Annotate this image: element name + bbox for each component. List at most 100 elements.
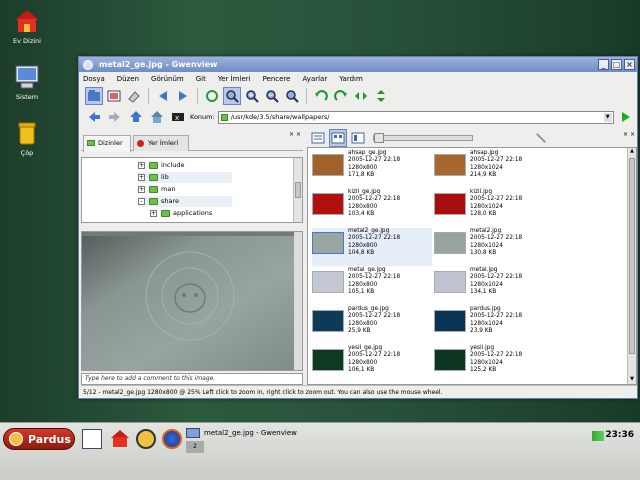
firefox-icon[interactable] — [162, 429, 182, 449]
desktop-icon-trash[interactable]: Çöp — [2, 120, 52, 157]
menu-bookmarks[interactable]: Yer İmleri — [218, 75, 251, 83]
computer-icon — [14, 64, 40, 90]
thumbnail-item[interactable]: kizil_ge.jpg 2005-12-27 22:18 1280x800 103,… — [312, 189, 432, 227]
tree-item[interactable]: + applications — [150, 208, 212, 219]
file-name: pardus_ge.jpg — [348, 306, 389, 312]
title-bar[interactable]: metal2_ge.jpg - Gwenview _ □ × — [79, 57, 637, 72]
thumbnail-item[interactable]: pardus_ge.jpg 2005-12-27 22:18 1280x800 25,… — [312, 306, 432, 344]
close-button[interactable]: × — [624, 59, 635, 70]
pane-close-icon[interactable]: × × — [289, 131, 301, 138]
tab-bookmarks[interactable]: Yer İmleri — [133, 135, 189, 151]
thumbnail-image — [434, 232, 466, 254]
metal-wallpaper-image — [82, 232, 302, 370]
file-name: metal2_ge.jpg — [348, 228, 390, 234]
thumbnail-scrollbar[interactable]: ▲ ▼ — [627, 148, 636, 384]
zoom-in-icon[interactable] — [243, 87, 261, 105]
help-launcher-icon[interactable] — [136, 429, 156, 449]
desktop-pager[interactable]: 2 — [186, 441, 204, 453]
text-editor-icon[interactable] — [82, 429, 102, 449]
gwenview-task-icon — [186, 428, 200, 438]
thumbnail-item[interactable]: metal_ge.jpg 2005-12-27 22:18 1280x800 105,… — [312, 267, 432, 305]
thumbnail-view-icon[interactable] — [329, 129, 347, 147]
scroll-up-icon[interactable]: ▲ — [628, 148, 636, 156]
home-launcher-icon[interactable] — [110, 429, 130, 449]
tree-scrollbar[interactable] — [293, 158, 302, 222]
menu-edit[interactable]: Düzen — [117, 75, 139, 83]
back-icon[interactable] — [85, 108, 103, 126]
minimize-button[interactable]: _ — [598, 59, 609, 70]
forward-icon[interactable] — [106, 108, 124, 126]
thumbnail-image — [434, 154, 466, 176]
thumbnail-item[interactable]: ahsap_ge.jpg 2005-12-27 22:18 1280x800 171,… — [312, 150, 432, 188]
comment-field[interactable]: Type here to add a comment to this image… — [81, 373, 303, 385]
zoom-out-icon[interactable] — [263, 87, 281, 105]
network-tray-icon[interactable] — [592, 431, 604, 441]
next-icon[interactable] — [174, 87, 192, 105]
task-gwenview[interactable]: metal2_ge.jpg - Gwenview — [186, 426, 386, 440]
fullscreen-icon[interactable] — [105, 87, 123, 105]
reload-icon[interactable] — [203, 87, 221, 105]
desktop-icon-system[interactable]: Sistem — [2, 64, 52, 101]
clear-location-icon[interactable]: x — [169, 108, 187, 126]
window-menu-icon[interactable] — [83, 59, 93, 70]
image-preview[interactable] — [81, 231, 303, 371]
thumbnail-item[interactable]: metal2_ge.jpg 2005-12-27 22:18 1280x800 104… — [312, 228, 432, 266]
dropdown-arrow-icon[interactable]: ▼ — [603, 112, 612, 122]
file-dims: 1280x800 — [348, 242, 378, 249]
file-date: 2005-12-27 22:18 — [348, 235, 401, 242]
tree-item[interactable]: + man — [138, 184, 175, 195]
thumbnail-item[interactable]: metal2.jpg 2005-12-27 22:18 1280x1024 130,8… — [434, 228, 554, 266]
scroll-down-icon[interactable]: ▼ — [628, 376, 636, 384]
tree-item[interactable]: - share — [138, 196, 232, 207]
menu-file[interactable]: Dosya — [83, 75, 105, 83]
file-name: metal2.jpg — [470, 228, 502, 234]
desktop-icon-home[interactable]: Ev Dizini — [2, 8, 52, 45]
home-folder-icon[interactable] — [148, 108, 166, 126]
window-title: metal2_ge.jpg - Gwenview — [99, 60, 218, 69]
flip-horizontal-icon[interactable] — [352, 87, 370, 105]
tree-item[interactable]: + include — [138, 160, 185, 171]
preview-scrollbar[interactable] — [294, 232, 302, 370]
menu-view[interactable]: Görünüm — [151, 75, 184, 83]
thumbnail-item[interactable]: kizil.jpg 2005-12-27 22:18 1280x1024 128,0 … — [434, 189, 554, 227]
file-size: 104,8 KB — [348, 249, 375, 256]
thumbnail-meta: metal.jpg 2005-12-27 22:18 1280x1024 134,1 … — [470, 267, 522, 305]
thumbnail-item[interactable]: metal.jpg 2005-12-27 22:18 1280x1024 134,1 … — [434, 267, 554, 305]
menu-window[interactable]: Pencere — [263, 75, 291, 83]
maximize-button[interactable]: □ — [611, 59, 622, 70]
browse-mode-icon[interactable] — [85, 87, 103, 105]
file-dims: 1280x800 — [348, 203, 378, 210]
start-button[interactable]: Pardus — [3, 428, 75, 450]
thumbnail-image — [434, 310, 466, 332]
tab-folders[interactable]: Dizinler — [83, 135, 131, 152]
thumbnail-item[interactable]: pardus.jpg 2005-12-27 22:18 1280x1024 23,9 … — [434, 306, 554, 344]
file-dims: 1280x800 — [348, 359, 378, 366]
pane-close-icon[interactable]: × × — [623, 131, 635, 138]
rotate-right-icon[interactable] — [332, 87, 350, 105]
menu-settings[interactable]: Ayarlar — [302, 75, 327, 83]
flip-vertical-icon[interactable] — [372, 87, 390, 105]
sidebar-tabs: Dizinler Yer İmleri × × — [81, 129, 303, 152]
file-size: 23,9 KB — [470, 327, 493, 334]
up-icon[interactable] — [127, 108, 145, 126]
menu-go[interactable]: Git — [196, 75, 206, 83]
go-icon[interactable] — [617, 108, 635, 126]
zoom-to-fit-icon[interactable] — [223, 87, 241, 105]
menu-help[interactable]: Yardım — [339, 75, 363, 83]
previous-icon[interactable] — [154, 87, 172, 105]
location-input[interactable]: /usr/kde/3.5/share/wallpapers/ ▼ — [217, 110, 614, 124]
thumbnail-item[interactable]: yesil.jpg 2005-12-27 22:18 1280x1024 125,2 … — [434, 345, 554, 383]
thumbnail-meta: yesil_ge.jpg 2005-12-27 22:18 1280x800 106,… — [348, 345, 400, 383]
details-view-icon[interactable] — [349, 129, 367, 147]
list-view-icon[interactable] — [309, 129, 327, 147]
clock[interactable]: 23:36 — [605, 430, 634, 440]
view-toolbar: × × — [307, 129, 637, 147]
eraser-icon[interactable] — [125, 87, 143, 105]
file-name: kizil_ge.jpg — [348, 189, 381, 195]
rotate-left-icon[interactable] — [312, 87, 330, 105]
actual-size-icon[interactable] — [283, 87, 301, 105]
thumbnail-size-slider[interactable] — [373, 133, 473, 143]
tree-item[interactable]: + lib — [138, 172, 232, 183]
thumbnail-item[interactable]: yesil_ge.jpg 2005-12-27 22:18 1280x800 106,… — [312, 345, 432, 383]
thumbnail-item[interactable]: ahsap.jpg 2005-12-27 22:18 1280x1024 214,9 … — [434, 150, 554, 188]
